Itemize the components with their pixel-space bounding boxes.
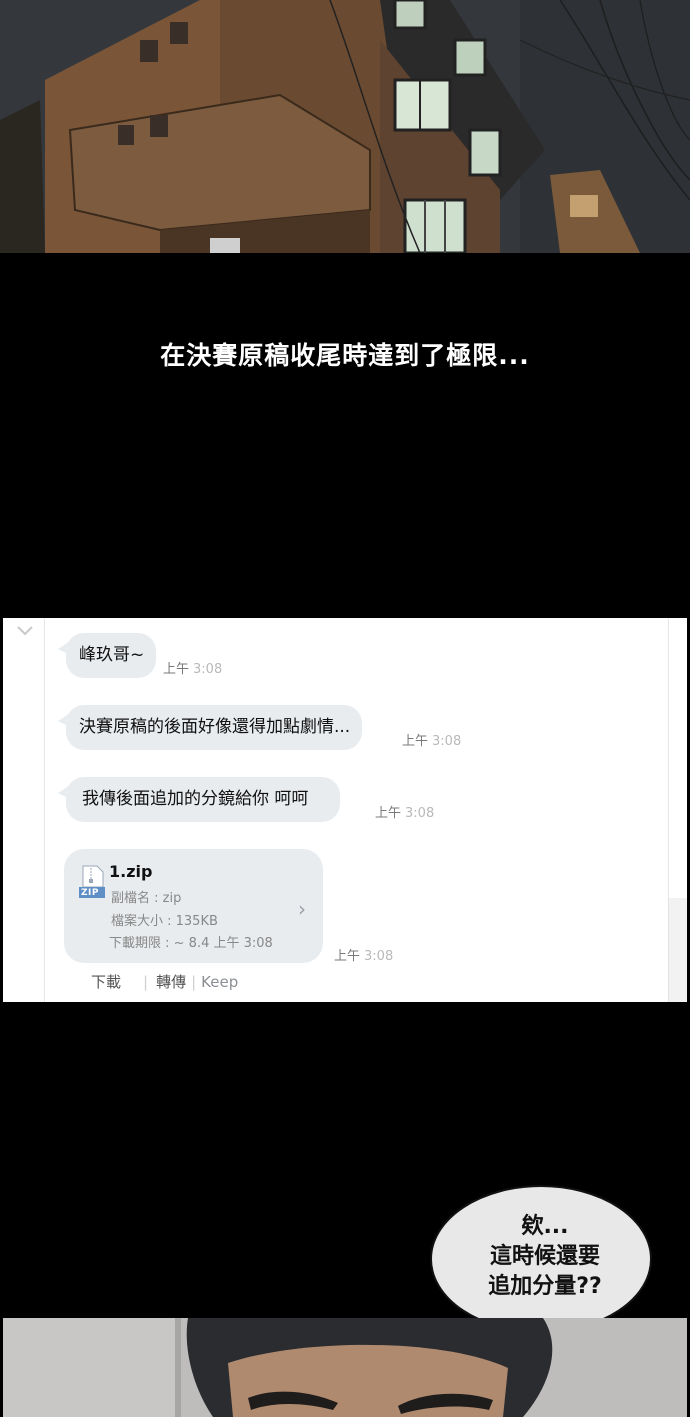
file-expiry: 下載期限 : ~ 8.4 上午 3:08 xyxy=(109,936,273,951)
message-text: 峰玖哥~ xyxy=(79,645,145,665)
zip-icon-label: ZIP xyxy=(81,888,99,898)
message-time: 上午 3:08 xyxy=(375,802,434,821)
chat-window: 峰玖哥~ 上午 3:08 決賽原稿的後面好像還得加點劇情... 上午 3:08 我傳… xyxy=(3,618,687,1002)
message-time: 上午 3:08 xyxy=(334,945,393,964)
chat-message-2[interactable]: 決賽原稿的後面好像還得加點劇情... xyxy=(58,705,363,750)
bubble-tail xyxy=(58,713,70,727)
forward-button[interactable]: 轉傳 xyxy=(156,973,186,991)
bubble-tail xyxy=(58,785,70,799)
separator: | xyxy=(143,973,149,991)
chevron-right-icon[interactable]: › xyxy=(298,897,306,921)
keep-button[interactable]: Keep xyxy=(201,973,238,991)
time-ampm: 上午 xyxy=(334,949,361,964)
thought-bubble-text: 欸... 這時候還要 追加分量?? xyxy=(430,1212,660,1302)
message-time: 上午 3:08 xyxy=(402,730,461,749)
file-attachment-card[interactable]: ZIP 1.zip 副檔名 : zip 檔案大小 : 135KB 下載期限 : … xyxy=(64,849,323,963)
time-ampm: 上午 xyxy=(375,806,402,821)
message-text: 我傳後面追加的分鏡給你 呵呵 xyxy=(82,789,309,809)
scrollbar[interactable] xyxy=(668,898,687,1002)
file-extension: 副檔名 : zip xyxy=(111,891,182,906)
thought-line-2: 這時候還要 xyxy=(489,1244,600,1269)
bubble-tail xyxy=(58,641,70,655)
building-drawing xyxy=(0,0,690,253)
download-button[interactable]: 下載 xyxy=(91,973,121,991)
narration-caption: 在決賽原稿收尾時達到了極限... xyxy=(160,341,530,370)
time-value: 3:08 xyxy=(432,734,462,749)
time-value: 3:08 xyxy=(193,662,223,677)
thought-line-1: 欸... xyxy=(521,1214,569,1239)
chat-message-3[interactable]: 我傳後面追加的分鏡給你 呵呵 xyxy=(58,777,341,822)
face-illustration xyxy=(3,1318,687,1417)
face-drawing xyxy=(3,1318,687,1417)
message-time: 上午 3:08 xyxy=(163,658,222,677)
separator: | xyxy=(191,973,197,991)
chat-left-gutter xyxy=(3,618,45,1002)
chevron-down-icon[interactable] xyxy=(15,624,35,638)
file-size: 檔案大小 : 135KB xyxy=(111,914,218,929)
thought-line-3: 追加分量?? xyxy=(488,1274,602,1299)
chat-message-1[interactable]: 峰玖哥~ xyxy=(58,633,157,678)
message-text: 決賽原稿的後面好像還得加點劇情... xyxy=(79,717,351,737)
building-illustration xyxy=(0,0,690,253)
time-ampm: 上午 xyxy=(402,734,429,749)
time-value: 3:08 xyxy=(364,949,394,964)
time-ampm: 上午 xyxy=(163,662,190,677)
file-actions: 下載 | 轉傳 | Keep xyxy=(91,971,238,992)
time-value: 3:08 xyxy=(405,806,435,821)
file-name: 1.zip xyxy=(109,862,153,881)
